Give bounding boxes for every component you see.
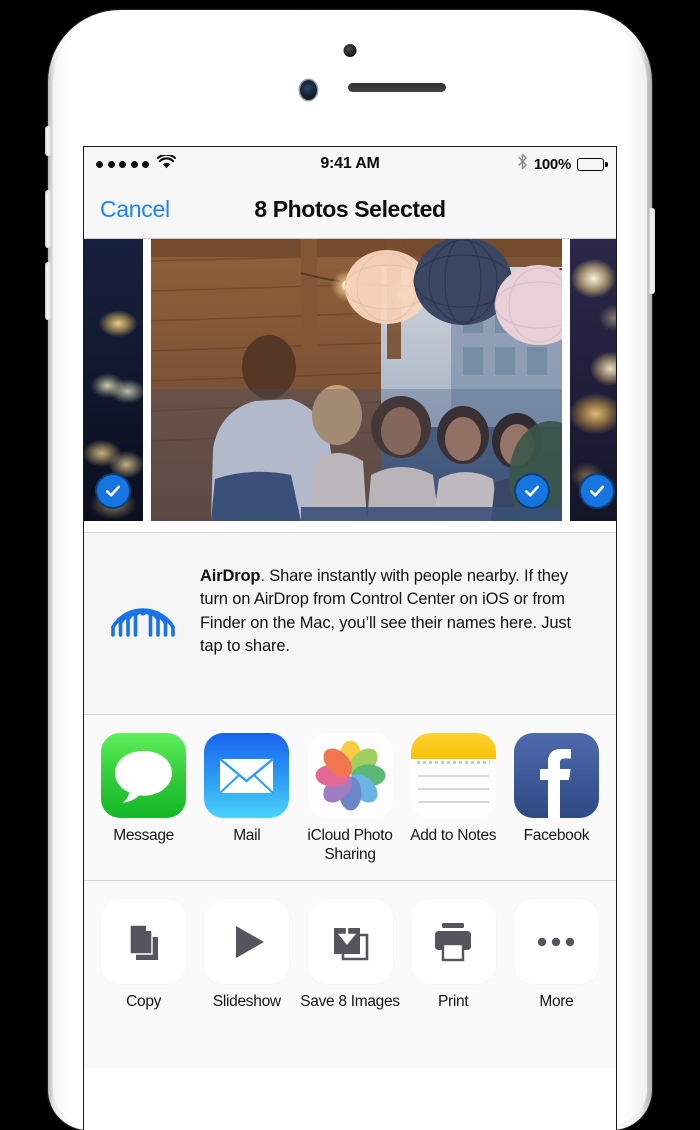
status-bar-right: 100% [517,153,608,175]
action-print[interactable]: Print [402,899,505,1012]
mail-app-icon [204,733,290,818]
bluetooth-icon [517,153,528,175]
share-app-row-section: Message Mail iCloud Photo Sharing Add to… [84,715,616,881]
action-more[interactable]: More [505,899,608,1012]
cancel-button[interactable]: Cancel [100,196,170,223]
airdrop-section[interactable]: AirDrop. Share instantly with people nea… [84,533,616,714]
messages-app-icon [101,733,187,818]
action-slideshow[interactable]: Slideshow [195,899,298,1012]
rooftop-party-photo [151,239,562,521]
photo-selected-checkmark-2[interactable] [514,473,550,509]
action-save-images[interactable]: Save 8 Images [298,899,401,1012]
share-target-label: Facebook [523,827,590,844]
action-label: Copy [126,993,162,1011]
selected-photos-strip[interactable] [84,239,616,532]
share-target-label: Message [113,827,174,844]
share-target-label: Add to Notes [410,827,497,844]
photo-selected-checkmark-1[interactable] [95,473,131,509]
navigation-bar: Cancel 8 Photos Selected [84,181,616,239]
action-copy[interactable]: Copy [92,899,195,1012]
front-camera-icon [300,80,317,100]
action-label: More [539,993,574,1011]
phone-screen: 9:41 AM 100% Cancel 8 Photos Selected Ai… [83,146,617,1130]
photo-thumbnail-2[interactable] [151,239,562,521]
phone-device-frame: 9:41 AM 100% Cancel 8 Photos Selected Ai… [45,10,655,1130]
facebook-app-icon [513,733,599,818]
airdrop-description: AirDrop. Share instantly with people nea… [200,559,596,659]
share-target-mail[interactable]: Mail [195,733,298,864]
airdrop-title: AirDrop [200,567,261,585]
action-row: Copy Slideshow Save 8 Images Print More [92,899,608,1012]
more-ellipsis-icon [513,899,599,985]
action-label: Print [438,993,469,1011]
photo-thumbnail-1[interactable] [84,239,143,521]
action-row-section: Copy Slideshow Save 8 Images Print More [84,881,616,1028]
share-target-label: Mail [233,827,261,844]
battery-percent-label: 100% [533,155,571,173]
photo-thumbnail-3[interactable] [570,239,616,521]
airdrop-icon [104,559,182,648]
action-label: Slideshow [212,993,281,1011]
photo-selected-checkmark-3[interactable] [579,473,615,509]
share-app-row: Message Mail iCloud Photo Sharing Add to… [92,733,608,864]
printer-icon [410,899,496,985]
share-target-add-to-notes[interactable]: Add to Notes [402,733,505,864]
mute-switch-button[interactable] [45,126,51,156]
play-icon [204,899,290,985]
share-target-facebook[interactable]: Facebook [505,733,608,864]
action-label: Save 8 Images [300,993,400,1011]
save-download-icon [307,899,393,985]
copy-icon [101,899,187,985]
share-target-label: iCloud Photo Sharing [307,827,393,863]
power-button[interactable] [649,208,655,294]
status-bar: 9:41 AM 100% [84,147,616,181]
volume-down-button[interactable] [45,262,51,320]
photos-app-icon [307,733,393,818]
earpiece-speaker-icon [348,83,446,92]
bottom-spacer [84,1027,616,1068]
share-target-icloud-photo-sharing[interactable]: iCloud Photo Sharing [298,733,401,864]
share-target-message[interactable]: Message [92,733,195,864]
battery-icon [577,157,608,171]
proximity-sensor-icon [343,44,357,57]
volume-up-button[interactable] [45,190,51,248]
notes-app-icon [410,733,496,818]
